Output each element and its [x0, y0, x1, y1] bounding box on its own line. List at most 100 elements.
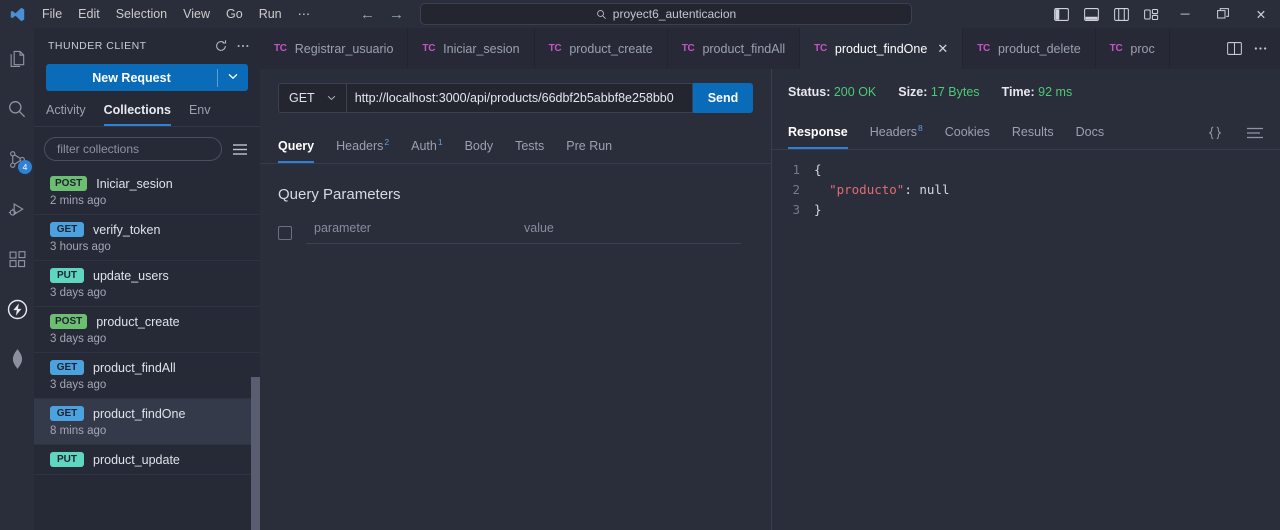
activity-mongodb[interactable]: [0, 334, 34, 384]
tab-label: product_delete: [997, 41, 1081, 56]
more-actions-icon[interactable]: [232, 35, 254, 57]
title-bar: File Edit Selection View Go Run ⋯ ← → pr…: [0, 0, 1280, 28]
response-tab-label: Cookies: [944, 125, 990, 140]
go-back-icon[interactable]: ←: [360, 7, 375, 22]
request-tabs: Query Headers2 Auth1 Body Tests Pre Run: [260, 123, 771, 165]
menu-edit[interactable]: Edit: [70, 3, 108, 25]
filter-collections-input[interactable]: filter collections: [44, 137, 222, 161]
toggle-secondary-sidebar-icon[interactable]: [1106, 0, 1136, 28]
list-item-timestamp: 3 days ago: [50, 287, 107, 299]
url-input[interactable]: http://localhost:3000/api/products/66dbf…: [345, 83, 693, 113]
tab-product-delete[interactable]: TC product_delete: [963, 28, 1096, 69]
wrap-lines-icon[interactable]: [1246, 126, 1264, 149]
list-item[interactable]: POST product_create 3 days ago: [34, 307, 260, 353]
list-item-selected[interactable]: GET product_findOne 8 mins ago: [34, 399, 260, 445]
go-forward-icon[interactable]: →: [389, 7, 404, 22]
menu-run[interactable]: Run: [251, 3, 290, 25]
window-restore-button[interactable]: [1204, 0, 1242, 28]
vscode-logo-icon: [0, 6, 34, 23]
request-tab-pre-run[interactable]: Pre Run: [566, 139, 612, 163]
refresh-icon[interactable]: [210, 35, 232, 57]
activity-source-control[interactable]: 4: [0, 134, 34, 184]
more-actions-icon[interactable]: [1248, 28, 1272, 69]
send-button[interactable]: Send: [693, 83, 753, 113]
menu-bar[interactable]: File Edit Selection View Go Run ⋯: [34, 3, 318, 25]
customize-layout-icon[interactable]: [1136, 0, 1166, 28]
list-item-header: GET product_findAll: [50, 360, 250, 375]
activity-thunder-client[interactable]: [0, 284, 34, 334]
chevron-down-icon[interactable]: [218, 72, 248, 83]
navigation-arrows[interactable]: ← →: [360, 7, 404, 22]
menu-go[interactable]: Go: [218, 3, 251, 25]
http-method-select[interactable]: GET: [278, 83, 346, 113]
sidebar-scrollbar[interactable]: [251, 377, 260, 530]
activity-bar: 4: [0, 28, 34, 530]
menu-file[interactable]: File: [34, 3, 70, 25]
response-tab-docs[interactable]: Docs: [1076, 125, 1104, 149]
tab-product-update[interactable]: TC proc: [1095, 28, 1170, 69]
sidebar-tab-collections[interactable]: Collections: [103, 103, 171, 126]
query-parameter-checkbox[interactable]: [278, 225, 292, 240]
window-close-button[interactable]: ✕: [1242, 0, 1280, 28]
tab-product-findone[interactable]: TC product_findOne ✕: [800, 28, 964, 70]
request-tab-query[interactable]: Query: [278, 139, 315, 164]
tab-iniciar-sesion[interactable]: TC Iniciar_sesion: [408, 28, 535, 69]
list-item[interactable]: PUT product_update: [34, 445, 260, 475]
tab-registrar-usuario[interactable]: TC Registrar_usuario: [260, 28, 409, 69]
new-request-label: New Request: [92, 70, 171, 85]
list-item-timestamp: 2 mins ago: [50, 195, 107, 207]
request-tab-label: Auth: [411, 139, 437, 154]
method-badge: GET: [50, 360, 84, 375]
chevron-down-icon: [327, 93, 336, 103]
layout-toggles[interactable]: [1046, 0, 1166, 28]
activity-extensions[interactable]: [0, 234, 34, 284]
menu-selection[interactable]: Selection: [108, 3, 175, 25]
activity-search[interactable]: [0, 84, 34, 134]
response-tab-headers[interactable]: Headers8: [870, 123, 923, 149]
menu-icon[interactable]: [230, 143, 250, 156]
sidebar-header: THUNDER CLIENT: [34, 28, 260, 64]
list-item[interactable]: POST Iniciar_sesion 2 mins ago: [34, 169, 260, 215]
close-icon[interactable]: ✕: [937, 41, 948, 57]
method-badge: POST: [50, 314, 88, 329]
request-tab-tests[interactable]: Tests: [515, 139, 544, 163]
request-tab-label: Headers: [336, 139, 384, 154]
tab-product-findall[interactable]: TC product_findAll: [667, 28, 801, 69]
response-tab-response[interactable]: Response: [788, 125, 848, 150]
window-minimize-button[interactable]: ─: [1166, 0, 1204, 28]
response-body-viewer[interactable]: 1 { 2 "producto": null 3 }: [772, 150, 1280, 530]
thunder-client-tab-icon: TC: [274, 43, 287, 54]
activity-explorer[interactable]: [0, 34, 34, 84]
activity-run-debug[interactable]: [0, 184, 34, 234]
menu-view[interactable]: View: [175, 3, 218, 25]
list-item[interactable]: GET verify_token 3 hours ago: [34, 215, 260, 261]
query-parameter-name-input[interactable]: parameter: [306, 221, 516, 245]
new-request-button[interactable]: New Request: [46, 64, 248, 91]
toggle-primary-sidebar-icon[interactable]: [1046, 0, 1076, 28]
sidebar-tab-activity[interactable]: Activity: [46, 103, 86, 126]
list-item[interactable]: GET product_findAll 3 days ago: [34, 353, 260, 399]
response-tab-cookies[interactable]: Cookies: [945, 125, 990, 149]
query-parameter-value-input[interactable]: value: [516, 221, 741, 245]
collections-list[interactable]: POST Iniciar_sesion 2 mins ago GET verif…: [34, 169, 260, 530]
request-tab-headers[interactable]: Headers2: [336, 137, 389, 163]
tab-label: product_findAll: [702, 41, 786, 56]
request-tab-auth[interactable]: Auth1: [411, 137, 442, 163]
tab-label: Iniciar_sesion: [443, 41, 520, 56]
response-tab-results[interactable]: Results: [1012, 125, 1054, 149]
tab-product-create[interactable]: TC product_create: [534, 28, 668, 69]
menu-more[interactable]: ⋯: [290, 3, 319, 25]
http-method-value: GET: [289, 91, 315, 105]
list-item-header: GET verify_token: [50, 222, 250, 237]
list-item-label: Iniciar_sesion: [96, 176, 173, 191]
format-json-icon[interactable]: [1206, 126, 1224, 149]
toggle-panel-icon[interactable]: [1076, 0, 1106, 28]
split-editor-icon[interactable]: [1222, 28, 1246, 69]
thunder-client-tab-icon: TC: [977, 43, 990, 54]
list-item[interactable]: PUT update_users 3 days ago: [34, 261, 260, 307]
request-tab-body[interactable]: Body: [465, 139, 494, 163]
command-center-search[interactable]: proyect6_autenticacion: [420, 3, 912, 25]
vscode-window: File Edit Selection View Go Run ⋯ ← → pr…: [0, 0, 1280, 530]
response-tab-label: Response: [788, 125, 848, 140]
sidebar-tab-env[interactable]: Env: [189, 103, 211, 126]
